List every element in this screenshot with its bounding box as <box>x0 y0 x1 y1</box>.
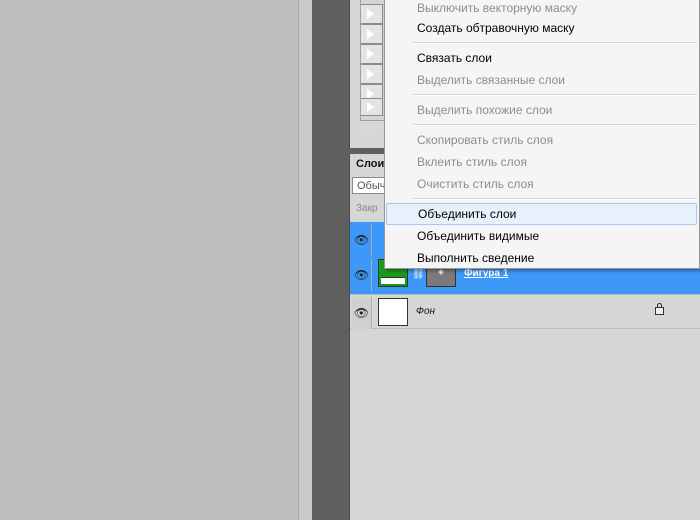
expand-triangle-icon <box>366 28 374 40</box>
mask-shape-icon <box>438 269 444 275</box>
menu-item-paste-layer-style[interactable]: Вклеить стиль слоя <box>385 151 699 173</box>
vector-thumb-strip <box>381 277 405 284</box>
expand-triangle-icon <box>366 8 374 20</box>
menu-separator <box>413 198 697 200</box>
eye-icon[interactable]: 👁 <box>352 224 372 256</box>
action-expand-toggle[interactable] <box>361 64 383 84</box>
layer-name[interactable]: Фон <box>416 306 435 317</box>
action-expand-toggle[interactable] <box>361 24 383 44</box>
menu-item-merge-visible[interactable]: Объединить видимые <box>385 225 699 247</box>
action-expand-toggle[interactable] <box>361 44 383 64</box>
eye-icon[interactable]: 👁 <box>352 297 372 329</box>
canvas-edge <box>298 0 313 520</box>
menu-separator <box>413 124 697 126</box>
expand-triangle-icon <box>366 68 374 80</box>
menu-item-copy-layer-style[interactable]: Скопировать стиль слоя <box>385 129 699 151</box>
expand-triangle-icon <box>366 48 374 60</box>
document-canvas[interactable] <box>0 0 298 520</box>
menu-item-flatten-image[interactable]: Выполнить сведение <box>385 247 699 269</box>
menu-item-merge-layers[interactable]: Объединить слои <box>386 203 697 225</box>
workspace-background <box>312 0 349 520</box>
layer-thumbnail <box>378 298 408 326</box>
lock-icon <box>655 303 664 315</box>
menu-item-select-linked-layers[interactable]: Выделить связанные слои <box>385 69 699 91</box>
eye-icon[interactable]: 👁 <box>352 259 372 291</box>
action-expand-toggle[interactable] <box>361 98 383 116</box>
chain-link-icon[interactable]: ⛓ <box>412 269 425 280</box>
menu-item-link-layers[interactable]: Связать слои <box>385 47 699 69</box>
lock-label: Закр <box>356 203 378 214</box>
expand-triangle-icon <box>366 101 374 113</box>
menu-separator <box>413 94 697 96</box>
action-expand-toggle[interactable] <box>361 4 383 24</box>
layer-name[interactable]: Фигура 1 <box>464 268 508 279</box>
menu-item-clear-layer-style[interactable]: Очистить стиль слоя <box>385 173 699 195</box>
layer-context-menu: Выключить векторную маску Создать обтрав… <box>384 0 700 269</box>
layer-row-background[interactable]: 👁 Фон <box>350 295 700 329</box>
menu-item-select-similar-layers[interactable]: Выделить похожие слои <box>385 99 699 121</box>
menu-separator <box>413 42 697 44</box>
menu-item-create-clipping-mask[interactable]: Создать обтравочную маску <box>385 17 699 39</box>
